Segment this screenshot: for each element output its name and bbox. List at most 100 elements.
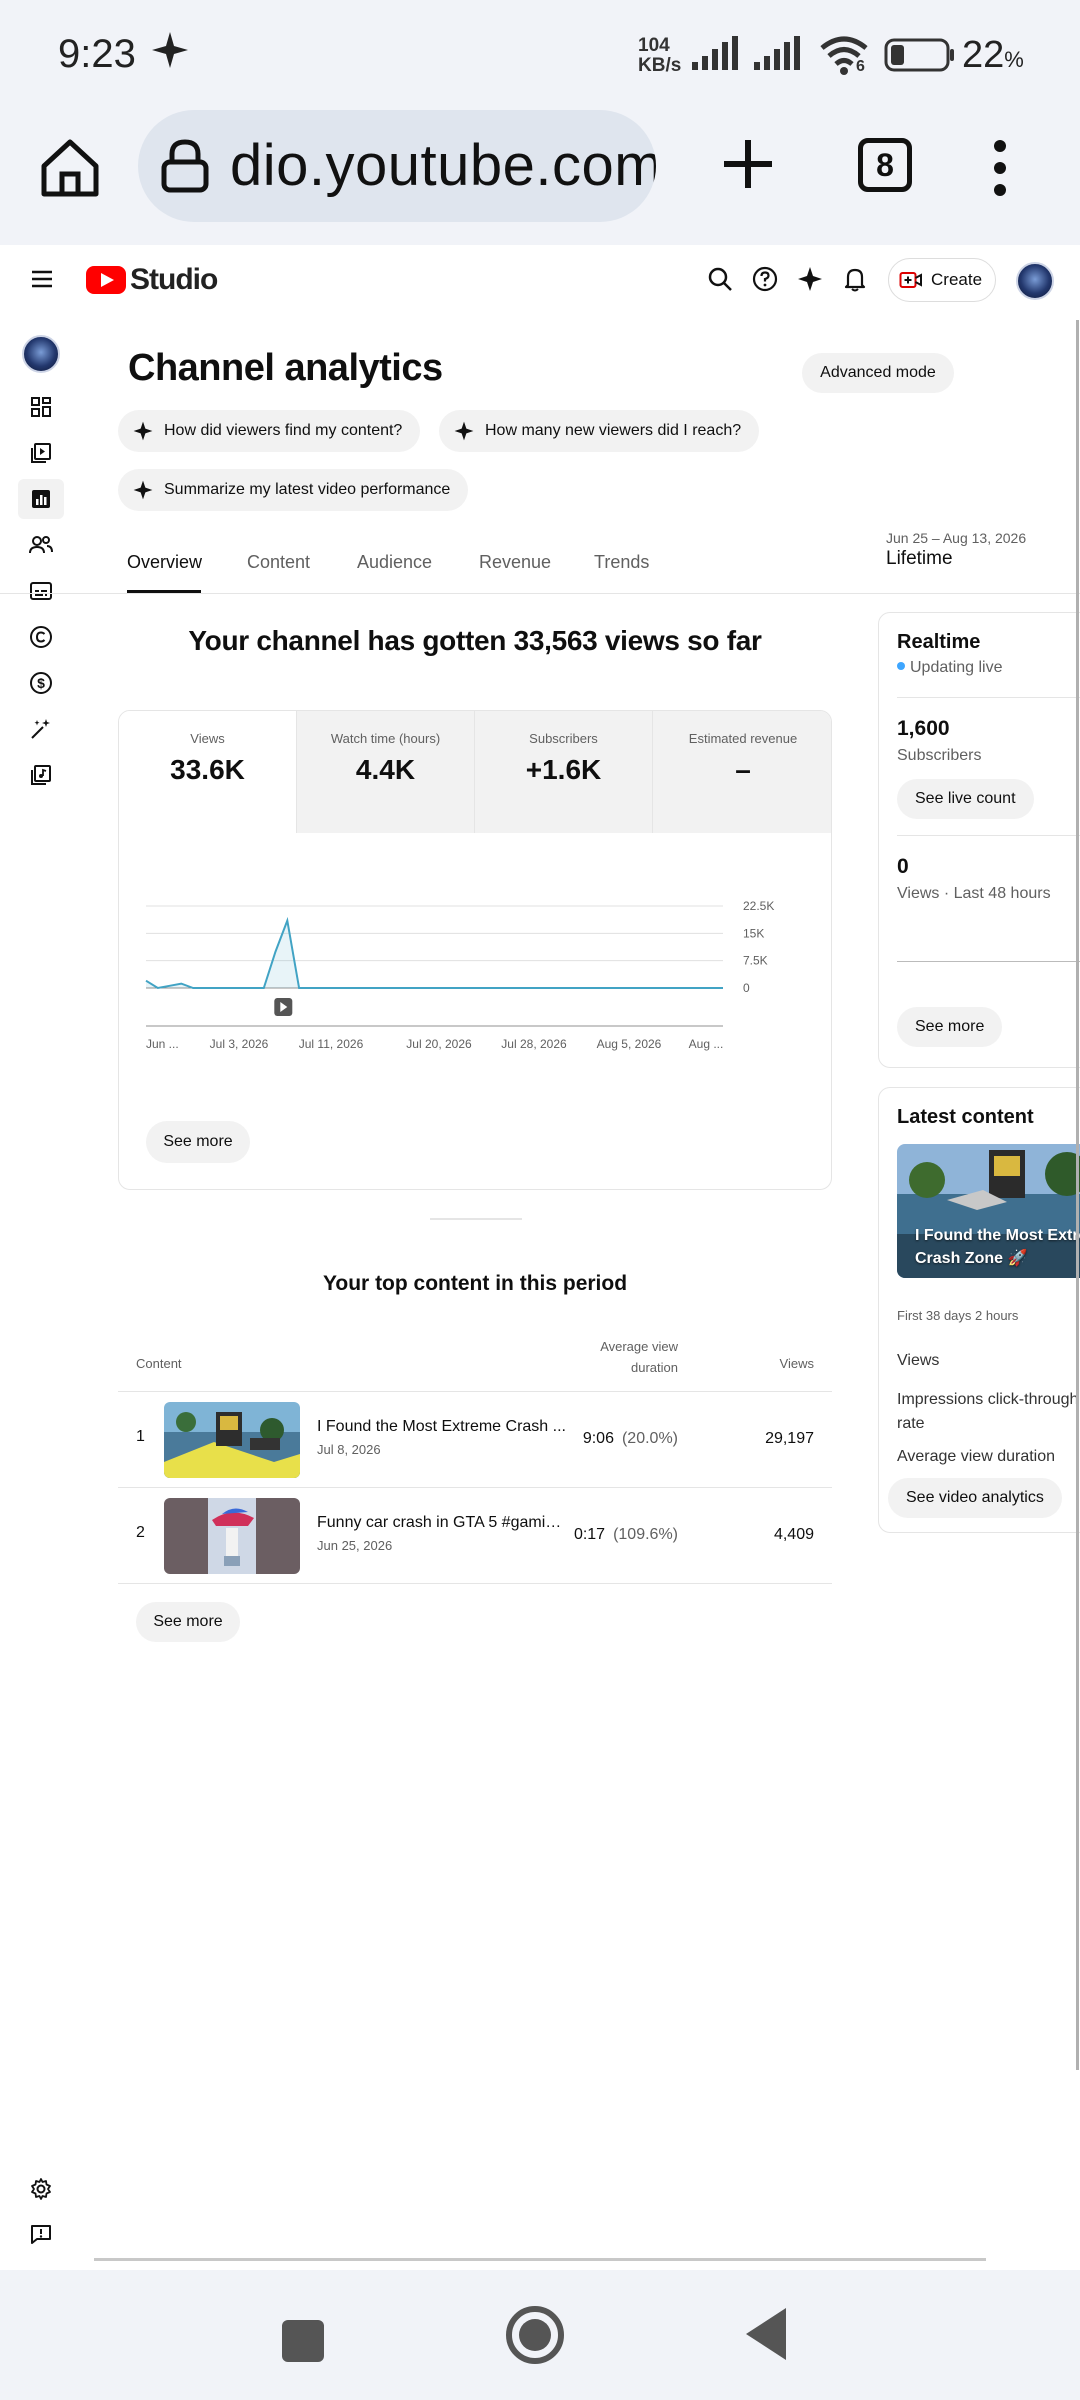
table-row[interactable]: 1 I Found the Most Extreme Crash ... Jul… [118,1392,832,1488]
metric-value: +1.6K [525,754,602,785]
see-live-count-button[interactable]: See live count [897,779,1034,819]
studio-header: Studio Create [0,245,1080,317]
top-content-see-more-button[interactable]: See more [136,1602,240,1642]
tab-switcher-button[interactable]: 8 [858,138,912,192]
channel-avatar[interactable] [22,335,60,373]
tab-revenue[interactable]: Revenue [479,552,551,573]
chart-y-tick-label: 22.5K [743,899,774,913]
prompt-chip[interactable]: How did viewers find my content? [118,410,421,452]
create-button[interactable]: Create [888,258,996,302]
video-title[interactable]: I Found the Most Extreme Crash ... [317,1418,567,1436]
chart-x-tick-label: Jul 28, 2026 [501,1037,567,1051]
date-range-label[interactable]: Lifetime [886,548,953,570]
latest-content-card: Latest content I Found the Most Extreme … [878,1087,1080,1533]
divider [897,697,1080,698]
chart-series-line [145,916,723,990]
youtube-studio-logo[interactable]: Studio [86,263,218,297]
latest-metric-views: Views [897,1352,940,1369]
video-title[interactable]: Funny car crash in GTA 5 #gamin... [317,1514,567,1532]
tab-content[interactable]: Content [247,552,310,573]
wifi-icon [820,36,868,75]
chart-x-tick-label: Aug ... [689,1037,724,1051]
nav-content[interactable] [18,433,64,473]
dashboard-icon [31,397,51,417]
sparkle-icon [133,480,153,500]
video-thumbnail[interactable] [164,1498,300,1574]
video-views: 29,197 [765,1430,814,1447]
realtime-views-chart-baseline [897,961,1080,962]
tab-audience[interactable]: Audience [357,552,432,573]
account-avatar[interactable] [1016,262,1054,300]
analytics-icon [32,490,50,508]
nav-customization[interactable] [18,709,64,749]
avd-percent: (20.0%) [621,1430,678,1447]
nav-feedback[interactable] [18,2214,64,2254]
latest-period: First 38 days 2 hours [897,1308,1019,1323]
metric-value: 33.6K [170,754,245,785]
see-more-button[interactable]: See more [146,1121,250,1163]
gesture-divider [94,2258,986,2261]
content-icon [31,443,51,463]
prompt-chip[interactable]: Summarize my latest video performance [118,469,469,511]
advanced-mode-button[interactable]: Advanced mode [802,353,954,393]
views-headline: Your channel has gotten 33,563 views so … [188,625,762,656]
back-button[interactable] [746,2308,786,2360]
row-rank: 2 [136,1524,145,1541]
tab-overview[interactable]: Overview [127,552,202,573]
sparkle-icon [133,421,153,441]
top-content-header: Content Average view duration Views [118,1330,832,1392]
settings-icon [31,2178,51,2200]
address-bar[interactable]: dio.youtube.com [138,110,656,222]
realtime-subscribers-label: Subscribers [897,747,982,764]
table-row[interactable]: 2 Funny car crash in GTA 5 #gamin... Jun… [118,1488,832,1584]
menu-icon[interactable] [30,267,54,291]
recents-button[interactable] [282,2320,324,2362]
notifications-icon[interactable] [841,265,869,293]
realtime-card: Realtime Updating live 1,600 Subscribers… [878,612,1080,1068]
tab-trends[interactable]: Trends [594,552,649,573]
magic-wand-icon [31,719,50,739]
see-video-analytics-button[interactable]: See video analytics [888,1478,1062,1518]
browser-toolbar: dio.youtube.com 8 [0,110,1080,245]
metric-revenue[interactable]: Estimated revenue – [653,711,831,833]
video-thumbnail[interactable] [164,1402,300,1478]
sparkle-icon[interactable] [796,265,824,293]
url-text: dio.youtube.com [230,133,656,198]
scrollbar[interactable] [1076,320,1079,2070]
signal-icon [692,36,738,70]
top-content-title: Your top content in this period [322,1272,628,1295]
metric-watch-time[interactable]: Watch time (hours) 4.4K [297,711,475,833]
nav-dashboard[interactable] [18,387,64,427]
thumbnail-image [164,1498,300,1574]
more-menu-icon[interactable] [992,140,1008,196]
metric-views[interactable]: Views 33.6K [119,711,297,833]
realtime-see-more-button[interactable]: See more [897,1007,1003,1047]
col-content: Content [136,1356,182,1371]
new-tab-icon[interactable] [716,132,780,196]
nav-audio-library[interactable] [18,755,64,795]
home-button[interactable] [506,2306,564,2364]
avg-view-duration: 0:17 (109.6%) [558,1526,678,1544]
prompt-chip[interactable]: How many new viewers did I reach? [439,410,760,452]
date-range[interactable]: Jun 25 – Aug 13, 2026 [886,530,1026,546]
nav-settings[interactable] [18,2169,64,2209]
prompt-chip-label: How many new viewers did I reach? [485,422,742,439]
help-icon[interactable] [751,265,779,293]
lock-icon [161,139,209,193]
video-date: Jul 8, 2026 [317,1442,381,1457]
avd-percent: (109.6%) [613,1526,678,1543]
latest-video-thumbnail[interactable]: I Found the Most Extreme Crash Zone 🚀 [897,1144,1080,1278]
nav-earn[interactable]: $ [18,663,64,703]
nav-copyright[interactable] [18,617,64,657]
nav-analytics[interactable] [18,479,64,519]
divider [897,835,1080,836]
section-divider [430,1218,522,1220]
views-line-chart: 22.5K 15K 7.5K 0 Jun ... Jul 3, 2026 Jul 11, 2… [145,899,774,1051]
chart-y-tick-label: 0 [743,981,750,995]
col-avg-view-duration: Average view duration [600,1339,678,1375]
overview-card: Views 33.6K Watch time (hours) 4.4K Subs… [118,710,832,1190]
chart-y-tick-label: 15K [743,926,764,940]
metric-subscribers[interactable]: Subscribers +1.6K [475,711,653,833]
search-icon[interactable] [706,265,734,293]
home-icon[interactable] [36,134,104,202]
